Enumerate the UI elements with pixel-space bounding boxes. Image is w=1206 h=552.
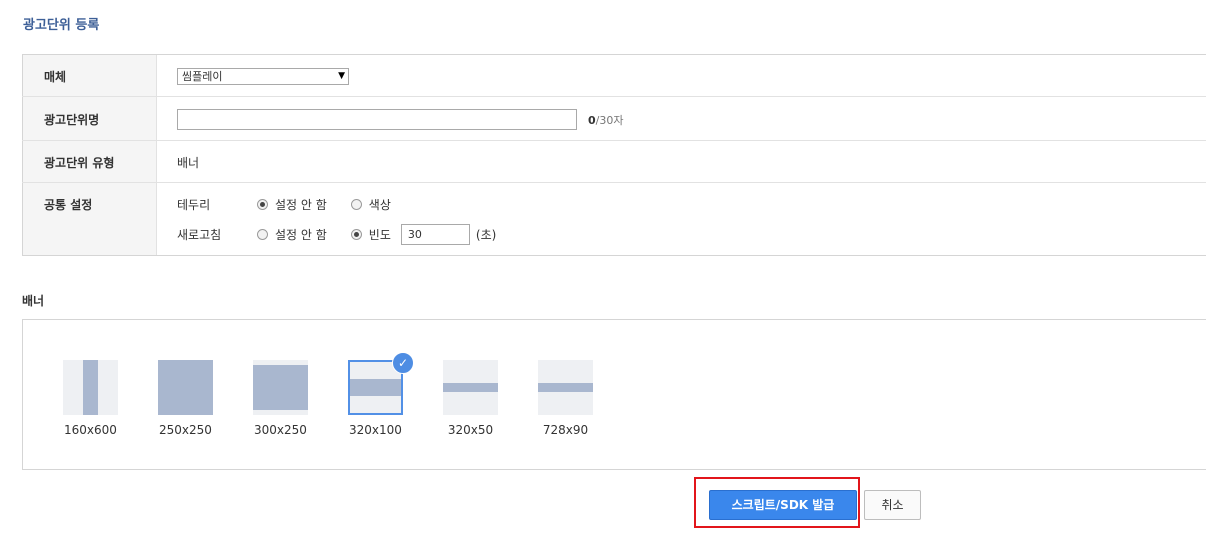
media-label: 매체 (22, 55, 157, 96)
banner-thumb (538, 360, 593, 415)
banner-thumb-selected: ✓ (348, 352, 414, 415)
refresh-option-none[interactable]: 설정 안 함 (257, 226, 327, 243)
banner-thumb (253, 360, 308, 415)
radio-unselected-icon (350, 199, 362, 210)
banner-size-picker: 160x600 250x250 300x250 ✓ 320x100 320x50… (22, 319, 1206, 470)
banner-size-label: 320x100 (349, 423, 402, 437)
ad-unit-type-value: 배너 (177, 156, 200, 170)
refresh-option-none-label: 설정 안 함 (275, 228, 327, 242)
dropdown-arrow-icon: ▼ (338, 71, 345, 81)
border-setting: 테두리 설정 안 함 색상 (177, 196, 415, 213)
issue-script-sdk-button[interactable]: 스크립트/SDK 발급 (709, 490, 857, 520)
char-counter-suffix: /30자 (595, 114, 624, 127)
banner-size-label: 320x50 (447, 423, 494, 437)
banner-thumb (443, 360, 498, 415)
banner-option-320x100[interactable]: ✓ 320x100 (348, 352, 414, 437)
ad-unit-name-label: 광고단위명 (22, 97, 157, 140)
border-option-color[interactable]: 색상 (350, 196, 391, 213)
border-option-none[interactable]: 설정 안 함 (257, 196, 327, 213)
check-icon: ✓ (392, 352, 414, 374)
refresh-setting: 새로고침 설정 안 함 빈도 30 (초) (177, 224, 496, 245)
banner-section-title: 배너 (22, 294, 45, 308)
refresh-unit: (초) (475, 228, 497, 242)
ad-unit-type-label: 광고단위 유형 (22, 141, 157, 182)
ad-unit-name-row: 광고단위명 0/30자 (22, 97, 1206, 141)
banner-thumb (63, 360, 118, 415)
page-title: 광고단위 등록 (23, 18, 100, 33)
ad-unit-form: 매체 씸플레이 ▼ 광고단위명 0/30자 광고단위 유형 배너 공통 설정 테… (22, 54, 1206, 256)
banner-option-160x600[interactable]: 160x600 (63, 360, 119, 437)
refresh-option-frequency-label: 빈도 (368, 228, 391, 242)
char-counter: 0/30자 (588, 112, 623, 128)
banner-size-label: 160x600 (64, 423, 117, 437)
media-select[interactable]: 씸플레이 ▼ (177, 68, 349, 85)
media-row: 매체 씸플레이 ▼ (22, 55, 1206, 97)
cancel-button[interactable]: 취소 (864, 490, 921, 520)
banner-option-250x250[interactable]: 250x250 (158, 360, 214, 437)
ad-unit-type-row: 광고단위 유형 배너 (22, 141, 1206, 183)
border-option-color-label: 색상 (368, 198, 391, 212)
refresh-option-frequency[interactable]: 빈도 (350, 226, 391, 243)
banner-size-label: 728x90 (542, 423, 589, 437)
banner-option-320x50[interactable]: 320x50 (443, 360, 499, 437)
border-option-none-label: 설정 안 함 (275, 198, 327, 212)
banner-option-300x250[interactable]: 300x250 (253, 360, 309, 437)
refresh-frequency-input[interactable]: 30 (400, 224, 470, 245)
char-counter-current: 0 (588, 114, 596, 127)
media-select-value: 씸플레이 (182, 70, 223, 83)
banner-thumb (158, 360, 213, 415)
ad-unit-name-input[interactable] (177, 109, 577, 130)
radio-selected-icon (257, 199, 268, 210)
banner-size-label: 250x250 (159, 423, 212, 437)
refresh-label: 새로고침 (177, 228, 222, 242)
common-settings-label: 공통 설정 (22, 183, 157, 255)
radio-selected-icon (350, 229, 362, 240)
common-settings-row: 공통 설정 테두리 설정 안 함 색상 새로고침 설정 안 함 빈도 30 (초… (22, 183, 1206, 256)
border-label: 테두리 (177, 198, 211, 212)
banner-size-label: 300x250 (254, 423, 307, 437)
banner-option-728x90[interactable]: 728x90 (538, 360, 594, 437)
radio-unselected-icon (257, 229, 268, 240)
